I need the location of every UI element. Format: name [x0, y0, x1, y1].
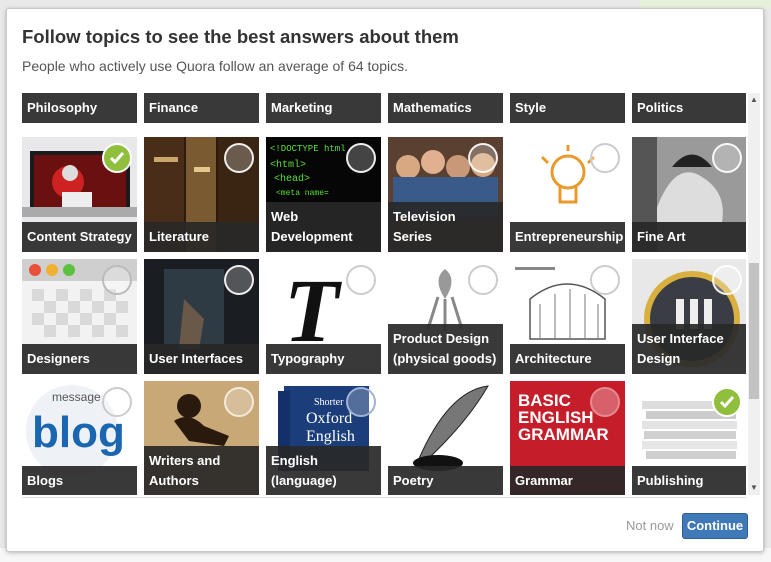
topic-label: Blogs: [22, 466, 137, 495]
topic-tile-user-interface-design[interactable]: User Interface Design: [632, 259, 746, 374]
unselected-check-icon[interactable]: [590, 387, 620, 417]
topic-tile-typography[interactable]: T Typography: [266, 259, 381, 374]
svg-text:<!DOCTYPE html: <!DOCTYPE html: [270, 144, 346, 154]
topic-label: User Interfaces: [144, 344, 259, 374]
unselected-check-icon[interactable]: [468, 143, 498, 173]
topic-label: Style: [510, 93, 625, 123]
modal-title: Follow topics to see the best answers ab…: [22, 26, 459, 47]
unselected-check-icon[interactable]: [712, 265, 742, 295]
svg-text:message: message: [52, 390, 101, 404]
unselected-check-icon[interactable]: [102, 387, 132, 417]
topic-label: Entrepreneurship: [510, 222, 625, 252]
topic-tile-grammar[interactable]: BASIC ENGLISH GRAMMAR Grammar: [510, 381, 625, 495]
not-now-link[interactable]: Not now: [626, 518, 674, 533]
topic-label: Architecture: [510, 344, 625, 374]
unselected-check-icon[interactable]: [224, 265, 254, 295]
topic-label: Marketing: [266, 93, 381, 123]
svg-text:Oxford: Oxford: [306, 410, 352, 427]
topic-label: Designers: [22, 344, 137, 374]
background-notification-strip: [640, 0, 771, 8]
topic-tile-entrepreneurship[interactable]: Entrepreneurship: [510, 137, 625, 252]
topic-label: Publishing: [632, 466, 746, 495]
topic-tile-fine-art[interactable]: Fine Art: [632, 137, 746, 252]
topic-tile-blogs[interactable]: blog message Blogs: [22, 381, 137, 495]
topic-label: Philosophy: [22, 93, 137, 123]
topic-label: Typography: [266, 344, 381, 374]
selected-check-icon[interactable]: [102, 143, 132, 173]
scroll-down-arrow-icon[interactable]: ▼: [748, 481, 760, 495]
topic-tile-style[interactable]: Style: [510, 93, 625, 123]
unselected-check-icon[interactable]: [590, 143, 620, 173]
unselected-check-icon[interactable]: [712, 143, 742, 173]
continue-button[interactable]: Continue: [682, 513, 748, 539]
topic-tile-mathematics[interactable]: Mathematics: [388, 93, 503, 123]
unselected-check-icon[interactable]: [102, 265, 132, 295]
topic-label: Finance: [144, 93, 259, 123]
svg-text:<head>: <head>: [274, 173, 310, 185]
topic-label: English (language): [266, 446, 381, 495]
topic-tile-poetry[interactable]: Poetry: [388, 381, 503, 495]
topic-label: User Interface Design: [632, 324, 746, 374]
topic-tile-product-design[interactable]: Product Design (physical goods): [388, 259, 503, 374]
topic-label: Product Design (physical goods): [388, 324, 503, 374]
footer-divider: [22, 497, 746, 498]
scroll-thumb[interactable]: [749, 263, 759, 399]
topic-tile-content-strategy[interactable]: Content Strategy: [22, 137, 137, 252]
topic-label: Poetry: [388, 466, 503, 495]
selected-check-icon[interactable]: [712, 387, 742, 417]
topic-label: Mathematics: [388, 93, 503, 123]
svg-text:GRAMMAR: GRAMMAR: [518, 425, 609, 444]
unselected-check-icon[interactable]: [346, 387, 376, 417]
topic-tile-finance[interactable]: Finance: [144, 93, 259, 123]
topic-label: Web Development: [266, 202, 381, 252]
topic-tile-marketing[interactable]: Marketing: [266, 93, 381, 123]
unselected-check-icon[interactable]: [224, 143, 254, 173]
svg-text:<html>: <html>: [270, 159, 306, 171]
topic-tile-television-series[interactable]: Television Series: [388, 137, 503, 252]
topics-scrollbar[interactable]: ▲ ▼: [748, 93, 760, 495]
topic-tile-literature[interactable]: Literature: [144, 137, 259, 252]
topic-tile-architecture[interactable]: Architecture: [510, 259, 625, 374]
topics-grid: Philosophy Finance Marketing Mathematics…: [22, 93, 746, 495]
svg-text:<meta name=: <meta name=: [276, 189, 329, 198]
topic-tile-user-interfaces[interactable]: User Interfaces: [144, 259, 259, 374]
topic-label: Grammar: [510, 466, 625, 495]
follow-topics-modal: Follow topics to see the best answers ab…: [6, 8, 764, 552]
topic-label: Writers and Authors: [144, 446, 259, 495]
unselected-check-icon[interactable]: [346, 265, 376, 295]
topic-tile-designers[interactable]: Designers: [22, 259, 137, 374]
unselected-check-icon[interactable]: [346, 143, 376, 173]
svg-text:English: English: [306, 428, 355, 445]
topic-tile-web-development[interactable]: <!DOCTYPE html <html> <head> <meta name=…: [266, 137, 381, 252]
unselected-check-icon[interactable]: [468, 265, 498, 295]
topic-label: Literature: [144, 222, 259, 252]
topic-label: Politics: [632, 93, 746, 123]
topic-tile-publishing[interactable]: Publishing: [632, 381, 746, 495]
svg-text:Shorter: Shorter: [314, 397, 344, 408]
topic-tile-writers-and-authors[interactable]: Writers and Authors: [144, 381, 259, 495]
topic-tile-politics[interactable]: Politics: [632, 93, 746, 123]
topic-label: Fine Art: [632, 222, 746, 252]
unselected-check-icon[interactable]: [224, 387, 254, 417]
scroll-up-arrow-icon[interactable]: ▲: [748, 93, 760, 107]
topic-tile-english-language[interactable]: Shorter Oxford English English (language…: [266, 381, 381, 495]
topic-label: Content Strategy: [22, 222, 137, 252]
topic-label: Television Series: [388, 202, 503, 252]
modal-subtitle: People who actively use Quora follow an …: [22, 58, 409, 74]
topic-tile-philosophy[interactable]: Philosophy: [22, 93, 137, 123]
unselected-check-icon[interactable]: [590, 265, 620, 295]
